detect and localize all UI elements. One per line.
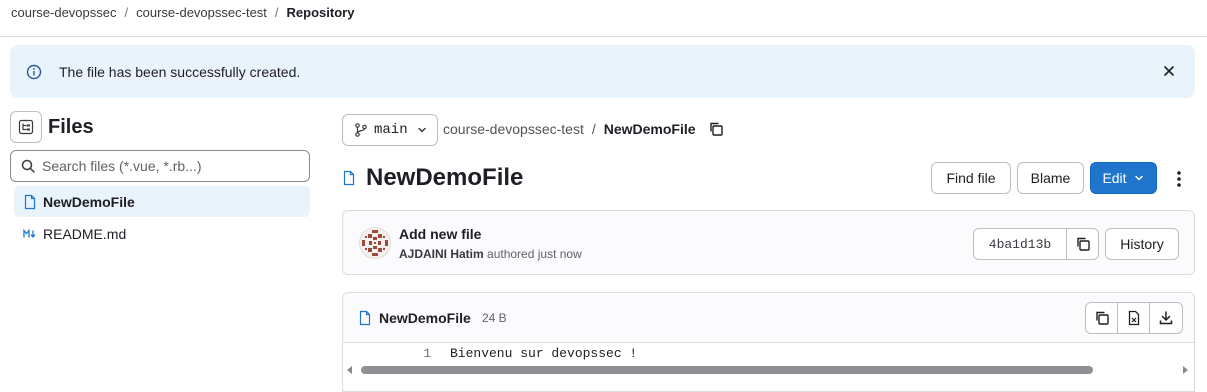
edit-button[interactable]: Edit <box>1090 162 1157 194</box>
tree-item-newdemofile[interactable]: NewDemoFile <box>14 186 310 217</box>
files-title: Files <box>48 115 94 138</box>
branch-name: main <box>374 122 408 138</box>
breadcrumb-separator: / <box>274 4 279 20</box>
commit-time: authored just now <box>487 247 582 261</box>
scrollbar-thumb[interactable] <box>361 366 1093 374</box>
chevron-down-icon <box>416 124 428 136</box>
file-icon <box>358 310 372 326</box>
breadcrumb-item-current[interactable]: Repository <box>287 5 355 20</box>
file-viewer-header: NewDemoFile 24 B <box>343 293 1194 343</box>
branch-selector[interactable]: main <box>342 114 438 146</box>
file-heading: NewDemoFile <box>342 164 523 192</box>
tree-item-readme[interactable]: README.md <box>14 218 310 249</box>
alert-message: The file has been successfully created. <box>59 63 301 80</box>
breadcrumb-item-project[interactable]: course-devopssec-test <box>136 5 267 20</box>
file-path: course-devopssec-test / NewDemoFile <box>443 121 724 137</box>
file-search[interactable] <box>10 150 310 182</box>
copy-path-icon[interactable] <box>708 121 724 137</box>
commit-author[interactable]: AJDAINI Hatim <box>399 247 484 261</box>
more-actions-icon[interactable] <box>1168 166 1190 192</box>
last-commit-panel: Add new file AJDAINI Hatim authored just… <box>342 210 1195 275</box>
download-icon[interactable] <box>1150 303 1182 333</box>
copy-sha-icon[interactable] <box>1067 229 1098 259</box>
commit-sha-group: 4ba1d13b <box>973 228 1099 260</box>
file-tree-icon <box>18 119 34 135</box>
success-alert: The file has been successfully created. <box>10 45 1195 98</box>
scroll-right-icon[interactable] <box>1183 366 1188 374</box>
breadcrumb: course-devopssec / course-devopssec-test… <box>0 0 1207 37</box>
file-actions-group <box>1085 302 1183 334</box>
path-separator: / <box>591 121 596 137</box>
blame-button[interactable]: Blame <box>1017 162 1084 194</box>
info-icon <box>26 64 42 80</box>
commit-title[interactable]: Add new file <box>399 226 481 242</box>
file-viewer: NewDemoFile 24 B 1 Bienvenu sur devopsse… <box>342 292 1195 392</box>
copy-contents-icon[interactable] <box>1086 303 1118 333</box>
scroll-left-icon[interactable] <box>347 366 352 374</box>
file-tree-toggle-button[interactable] <box>10 111 42 143</box>
line-number[interactable]: 1 <box>343 346 431 361</box>
branch-icon <box>354 122 368 138</box>
path-project-link[interactable]: course-devopssec-test <box>443 121 584 137</box>
commit-meta: AJDAINI Hatim authored just now <box>399 247 582 261</box>
file-size: 24 B <box>482 311 507 325</box>
commit-sha[interactable]: 4ba1d13b <box>974 229 1067 259</box>
tree-item-label: README.md <box>43 225 127 242</box>
breadcrumb-item-group[interactable]: course-devopssec <box>11 5 117 20</box>
file-icon <box>342 170 356 186</box>
viewer-filename: NewDemoFile <box>379 310 471 326</box>
find-file-button[interactable]: Find file <box>931 162 1011 194</box>
page-title: NewDemoFile <box>366 164 524 191</box>
chevron-down-icon <box>1133 172 1145 184</box>
path-current-file: NewDemoFile <box>603 121 696 137</box>
horizontal-scrollbar[interactable] <box>343 363 1194 377</box>
line-content: Bienvenu sur devopssec ! <box>450 346 638 361</box>
markdown-icon <box>23 228 37 239</box>
tree-item-label: NewDemoFile <box>43 193 135 210</box>
close-icon[interactable] <box>1161 63 1177 79</box>
raw-file-icon[interactable] <box>1118 303 1150 333</box>
edit-button-label: Edit <box>1102 170 1127 186</box>
code-line: 1 Bienvenu sur devopssec ! <box>343 344 1194 363</box>
breadcrumb-separator: / <box>124 4 129 20</box>
history-button[interactable]: History <box>1105 228 1179 260</box>
search-icon <box>20 158 36 174</box>
file-icon <box>23 194 37 210</box>
search-input[interactable] <box>42 158 292 174</box>
avatar[interactable] <box>359 227 391 259</box>
files-header: Files <box>10 111 94 143</box>
